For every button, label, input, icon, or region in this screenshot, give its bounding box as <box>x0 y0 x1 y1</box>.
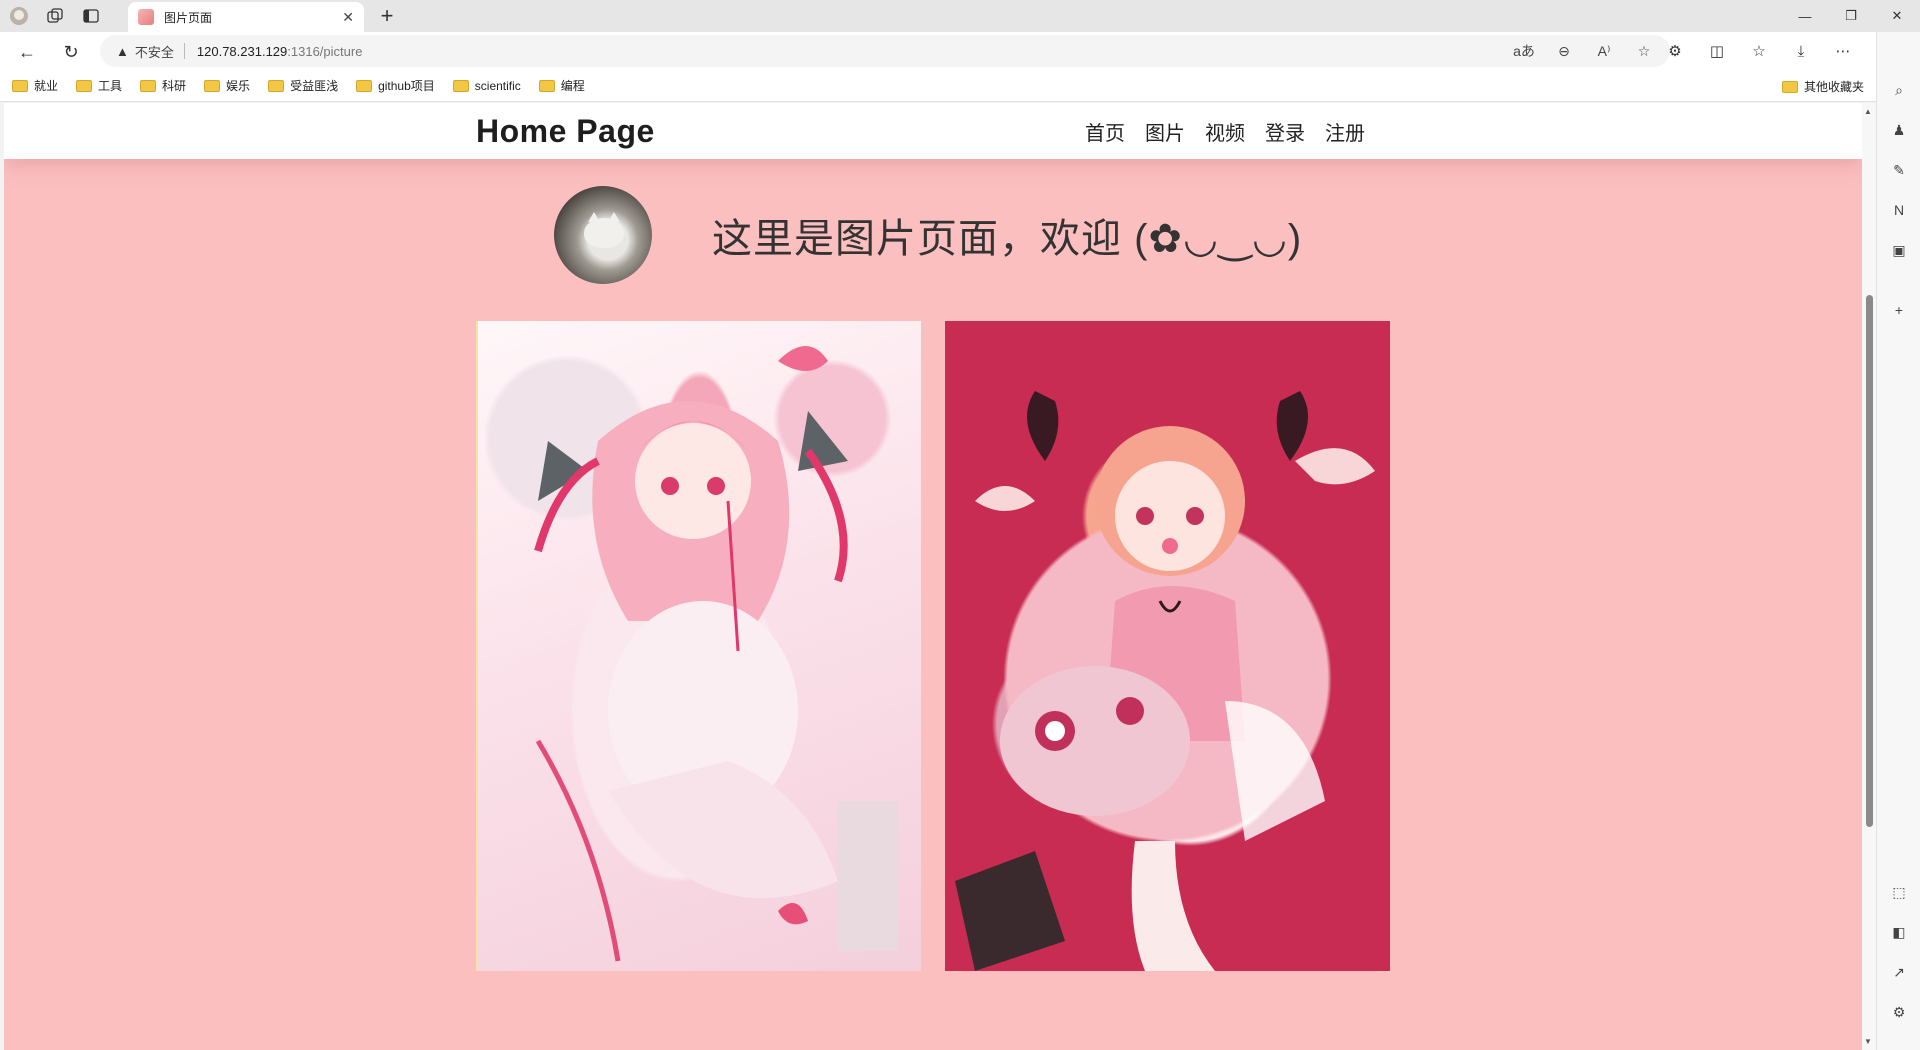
bookmarks-bar: 就业 工具 科研 娱乐 受益匪浅 github项目 scientific 编程 … <box>0 70 1920 102</box>
nav-register[interactable]: 注册 <box>1325 117 1365 146</box>
close-window-button[interactable]: ✕ <box>1874 0 1920 32</box>
bookmark-folder[interactable]: github项目 <box>356 77 435 94</box>
address-toolbar: ← ↻ ▲ 不安全 120.78.231.129 :1316/picture a… <box>0 32 1920 70</box>
profile-icon[interactable] <box>8 5 30 27</box>
bookmark-folder[interactable]: 科研 <box>140 77 186 94</box>
url-separator <box>183 43 185 59</box>
sidebar-layout-icon[interactable]: ◧ <box>1887 920 1911 944</box>
download-icon[interactable]: ⤓ <box>1786 38 1816 64</box>
games-icon[interactable]: ♟ <box>1887 118 1911 142</box>
open-external-icon[interactable]: ↗ <box>1887 960 1911 984</box>
browser-tabbar: 图片页面 ✕ + — ❐ ✕ <box>0 0 1920 32</box>
page-viewport: Home Page 首页 图片 视频 登录 注册 这里是图片页面，欢迎 (✿◡‿… <box>4 103 1862 1050</box>
favorite-icon[interactable]: ☆ <box>1632 39 1656 63</box>
folder-icon <box>452 79 469 92</box>
extensions-icon[interactable]: ⚙ <box>1660 38 1690 64</box>
welcome-banner: 这里是图片页面，欢迎 (✿◡‿◡) <box>554 186 1302 284</box>
url-host: 120.78.231.129 <box>196 43 288 59</box>
site-header: Home Page 首页 图片 视频 登录 注册 <box>4 103 1862 159</box>
url-field[interactable]: ▲ 不安全 120.78.231.129 :1316/picture aあ ⊖ … <box>100 35 1670 67</box>
site-nav: 首页 图片 视频 登录 注册 <box>1085 117 1365 146</box>
nav-home[interactable]: 首页 <box>1085 117 1125 146</box>
bilibili-icon[interactable]: ▣ <box>1887 238 1911 262</box>
edge-sidebar: ⌕ ♟ ✎ N ▣ + ⬚ ◧ ↗ ⚙ <box>1876 32 1920 1050</box>
tab-favicon-icon <box>138 9 154 25</box>
settings-icon[interactable]: ⚙ <box>1887 1000 1911 1024</box>
nav-videos[interactable]: 视频 <box>1205 117 1245 146</box>
folder-icon <box>140 79 157 92</box>
split-screen-icon[interactable]: ◫ <box>1702 38 1732 64</box>
welcome-text: 这里是图片页面，欢迎 (✿◡‿◡) <box>712 217 1303 261</box>
gallery-image[interactable] <box>476 321 921 971</box>
bookmark-folder[interactable]: 娱乐 <box>204 77 250 94</box>
read-aloud-icon[interactable]: A⁾ <box>1592 39 1616 63</box>
page-scrollbar[interactable]: ▲ ▼ <box>1862 103 1876 1050</box>
translate-icon[interactable]: aあ <box>1512 39 1536 63</box>
warning-icon[interactable]: ▲ <box>116 44 129 59</box>
more-icon[interactable]: ⋯ <box>1828 38 1858 64</box>
onenote-icon[interactable]: N <box>1887 198 1911 222</box>
gallery-image[interactable] <box>945 321 1390 971</box>
site-logo[interactable]: Home Page <box>476 113 655 150</box>
bookmark-folder[interactable]: 受益匪浅 <box>268 77 338 94</box>
nav-pictures[interactable]: 图片 <box>1145 117 1185 146</box>
screenshot-icon[interactable]: ⬚ <box>1887 880 1911 904</box>
folder-icon <box>1781 80 1798 93</box>
close-tab-icon[interactable]: ✕ <box>342 9 354 26</box>
insecure-label[interactable]: 不安全 <box>135 42 174 61</box>
new-tab-button[interactable]: + <box>374 3 400 29</box>
scroll-up-icon[interactable]: ▲ <box>1864 107 1872 116</box>
refresh-icon[interactable]: ↻ <box>58 39 84 65</box>
restore-button[interactable]: ❐ <box>1828 0 1874 32</box>
scroll-down-icon[interactable]: ▼ <box>1864 1037 1872 1046</box>
folder-icon <box>204 79 221 92</box>
anime-illustration-2 <box>955 391 1375 971</box>
search-icon[interactable]: ⌕ <box>1887 78 1911 102</box>
folder-icon <box>76 79 93 92</box>
zoom-out-icon[interactable]: ⊖ <box>1552 39 1576 63</box>
folder-icon <box>12 79 28 92</box>
bookmark-folder[interactable]: 就业 <box>12 77 58 94</box>
folder-icon <box>356 79 373 92</box>
minimize-button[interactable]: — <box>1782 0 1828 32</box>
other-bookmarks[interactable]: 其他收藏夹 <box>1781 78 1864 95</box>
tab-picture[interactable]: 图片页面 ✕ <box>128 2 364 32</box>
back-icon[interactable]: ← <box>14 39 40 65</box>
folder-icon <box>538 79 555 92</box>
bookmark-folder[interactable]: scientific <box>452 79 521 93</box>
nav-login[interactable]: 登录 <box>1265 117 1305 146</box>
url-path: :1316/picture <box>287 43 363 59</box>
folder-icon <box>268 79 285 92</box>
tools-icon[interactable]: ✎ <box>1887 158 1911 182</box>
add-icon[interactable]: + <box>1887 298 1911 322</box>
avatar <box>554 186 652 284</box>
bookmark-folder[interactable]: 编程 <box>538 77 585 94</box>
collections-icon[interactable]: ☆ <box>1744 38 1774 64</box>
workspaces-icon[interactable] <box>44 5 66 27</box>
tab-title: 图片页面 <box>164 10 213 25</box>
scrollbar-thumb[interactable] <box>1866 295 1873 827</box>
anime-illustration-1 <box>534 346 898 962</box>
bookmark-folder[interactable]: 工具 <box>76 77 122 94</box>
tab-actions-icon[interactable] <box>80 5 102 27</box>
picture-gallery <box>476 321 1390 971</box>
